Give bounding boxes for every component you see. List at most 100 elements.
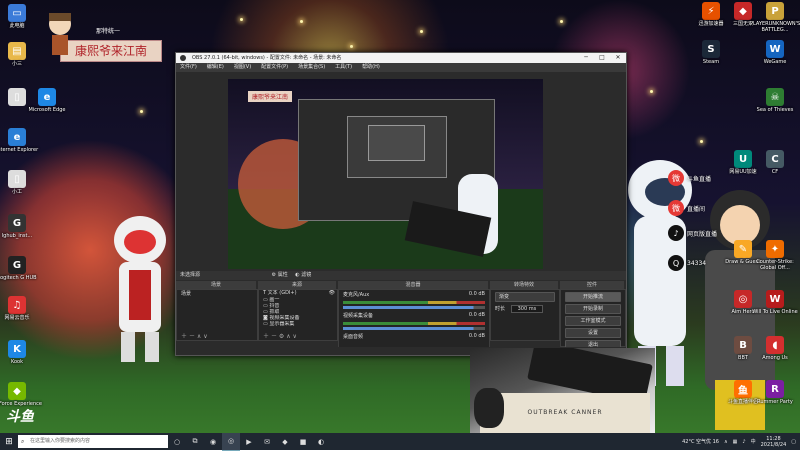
up-icon[interactable]: ∧: [197, 333, 201, 340]
media-taskbar-icon[interactable]: ▶: [240, 433, 258, 450]
notification-icon[interactable]: ▢: [791, 439, 796, 445]
controls-header: 控件: [560, 281, 624, 289]
properties-button[interactable]: ⚙ 属性: [272, 272, 288, 278]
will-to-live-icon: W: [766, 290, 784, 308]
obs-preview-canvas[interactable]: 康熙爷来江南: [228, 79, 543, 269]
no-source-label: 未选择源: [180, 272, 201, 278]
gear-icon[interactable]: ⚙: [279, 333, 284, 340]
volume-slider[interactable]: [343, 327, 485, 330]
windows-start-icon[interactable]: ⊞: [0, 433, 18, 450]
app-taskbar-icon[interactable]: ◐: [312, 433, 330, 450]
desktop-shortcut[interactable]: ▭ 此电脑: [0, 4, 42, 29]
desktop-shortcut[interactable]: G Logitech G HUB: [0, 256, 42, 281]
mousepad-image: OUTBREAK CANNER: [480, 393, 650, 433]
mail-taskbar-icon[interactable]: ✉: [258, 433, 276, 450]
tray-chevron-icon[interactable]: ∧: [724, 439, 728, 445]
menu-profile[interactable]: 配置文件(P): [261, 63, 288, 72]
down-icon[interactable]: ∨: [293, 333, 297, 340]
desktop-shortcut[interactable]: ♫ 网易云音乐: [0, 296, 42, 321]
desktop-shortcut[interactable]: S Steam: [686, 40, 736, 65]
desktop-shortcut[interactable]: K Kook: [0, 340, 42, 365]
desktop-shortcut[interactable]: Glghub_inst...: [0, 214, 42, 239]
studio-mode-button[interactable]: 工作室模式: [565, 316, 621, 326]
remove-icon[interactable]: －: [271, 333, 277, 340]
desktop-shortcut[interactable]: ▯ 小工: [0, 170, 42, 195]
obs-logo-icon: [180, 55, 186, 61]
desktop-shortcut[interactable]: ◖ Among Us: [750, 336, 800, 361]
banner-caption: 那特统一: [96, 28, 121, 35]
clock[interactable]: 11:28 2021/8/24: [761, 436, 787, 448]
ime-indicator[interactable]: 中: [751, 438, 756, 445]
desktop-shortcut[interactable]: e Microsoft Edge: [22, 88, 72, 113]
menu-help[interactable]: 帮助(H): [362, 63, 380, 72]
social-handle-text: 直播间: [687, 205, 706, 213]
filters-label: 滤镜: [301, 272, 312, 278]
remove-icon[interactable]: －: [189, 333, 195, 340]
desktop-shortcut[interactable]: C CF: [750, 150, 800, 175]
cortana-icon[interactable]: ○: [168, 433, 186, 450]
volume-icon[interactable]: ♪: [742, 439, 745, 445]
obs-menu-bar: 文件(F) 编辑(E) 视图(V) 配置文件(P) 场景集合(S) 工具(T) …: [176, 63, 626, 72]
network-icon[interactable]: ▦: [733, 439, 738, 445]
obs-taskbar-icon[interactable]: ◎: [222, 432, 240, 451]
up-icon[interactable]: ∧: [286, 333, 290, 340]
obs-title-bar[interactable]: OBS 27.0.1 (64-bit, windows) - 配置文件: 未命名…: [176, 53, 626, 63]
start-streaming-button[interactable]: 开始推流: [565, 292, 621, 302]
webcam-overlay: OUTBREAK CANNER: [470, 348, 655, 433]
maximize-button[interactable]: □: [594, 53, 610, 63]
edge-taskbar-icon[interactable]: ◉: [204, 433, 222, 450]
app-taskbar-icon[interactable]: ■: [294, 433, 312, 450]
desktop-shortcut[interactable]: W Will To Live Online: [750, 290, 800, 315]
desktop-shortcut[interactable]: ▤ 小三: [0, 42, 42, 67]
menu-edit[interactable]: 编辑(E): [207, 63, 224, 72]
shortcut-label: Kook: [10, 359, 24, 365]
task-view-icon[interactable]: ⧉: [186, 433, 204, 450]
desktop-shortcut[interactable]: P PLAYERUNKNOWN'S BATTLEG...: [750, 2, 800, 33]
source-item[interactable]: T 文本 (GDI+) 👁: [259, 290, 337, 297]
close-button[interactable]: ✕: [610, 53, 626, 63]
obs-window[interactable]: OBS 27.0.1 (64-bit, windows) - 配置文件: 未命名…: [175, 52, 627, 356]
volume-slider[interactable]: [343, 306, 485, 309]
eye-icon[interactable]: 👁: [329, 290, 337, 297]
channel-level: 0.0 dB: [468, 333, 485, 339]
menu-tools[interactable]: 工具(T): [335, 63, 352, 72]
channel-level: 0.0 dB: [468, 291, 485, 297]
sparkle: [650, 90, 653, 93]
source-label: 文本 (GDI+): [267, 290, 297, 296]
source-toolbar-bottom: ＋ － ⚙ ∧ ∨: [259, 331, 297, 340]
menu-file[interactable]: 文件(F): [180, 63, 197, 72]
shortcut-label: PLAYERUNKNOWN'S BATTLEG...: [750, 21, 800, 33]
filters-button[interactable]: ◐ 滤镜: [295, 272, 311, 278]
desktop-shortcut[interactable]: ✦ Counter-Strike: Global Off...: [750, 240, 800, 271]
shortcut-label: 网易云音乐: [4, 315, 30, 321]
desktop-shortcut[interactable]: ◆GeForce Experience: [0, 382, 42, 407]
add-icon[interactable]: ＋: [181, 333, 187, 340]
desktop-shortcut[interactable]: R Rummer Party: [750, 380, 800, 405]
mixer-channel: 麦克风/Aux 0.0 dB: [339, 290, 489, 299]
add-icon[interactable]: ＋: [263, 333, 269, 340]
edge-icon: e: [38, 88, 56, 106]
taskbar-search-input[interactable]: ⌕ 在这里输入你要搜索的内容: [18, 435, 168, 448]
desktop-shortcut[interactable]: e Internet Explorer: [0, 128, 42, 153]
geforce-taskbar-icon[interactable]: ◆: [276, 433, 294, 450]
weather-widget[interactable]: 42°C 空气优 16: [682, 438, 719, 445]
desktop-shortcut[interactable]: ☠ Sea of Thieves: [750, 88, 800, 113]
menu-scene-collection[interactable]: 场景集合(S): [298, 63, 325, 72]
monitor-source-icon: ▭: [263, 321, 268, 327]
duration-input[interactable]: 300 ms: [510, 305, 544, 313]
menu-view[interactable]: 视图(V): [234, 63, 251, 72]
start-recording-button[interactable]: 开始录制: [565, 304, 621, 314]
scene-item[interactable]: 场景: [177, 290, 257, 299]
sparkle: [140, 110, 143, 113]
down-icon[interactable]: ∨: [203, 333, 207, 340]
transition-select[interactable]: 渐变: [495, 292, 555, 302]
desktop-shortcut[interactable]: W WeGame: [750, 40, 800, 65]
shortcut-label: Among Us: [762, 355, 788, 361]
obs-title-text: OBS 27.0.1 (64-bit, windows) - 配置文件: 未命名…: [192, 55, 342, 61]
source-item[interactable]: ▭ 显示器采集: [259, 321, 337, 327]
settings-button[interactable]: 设置: [565, 328, 621, 338]
shortcut-label: 小三: [11, 61, 22, 67]
avatar-character-icon: [49, 13, 71, 55]
minimize-button[interactable]: ─: [578, 53, 594, 63]
geforce-icon: ◆: [8, 382, 26, 400]
